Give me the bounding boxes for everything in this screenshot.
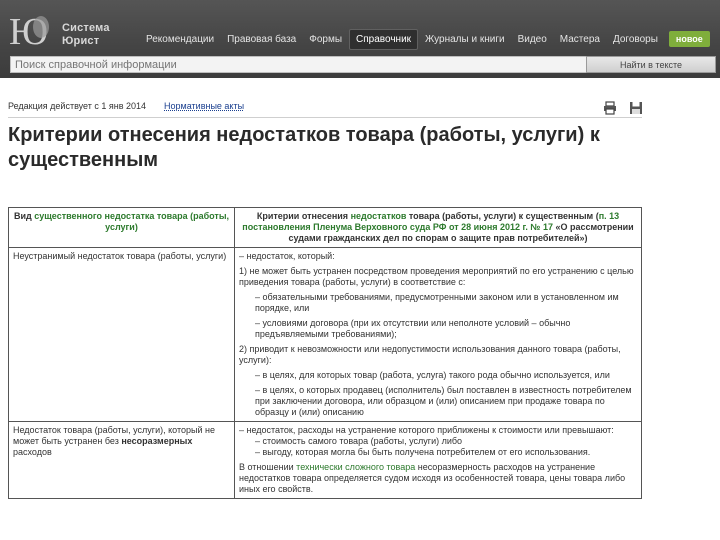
print-icon[interactable] (603, 101, 617, 115)
nav-item-wizards[interactable]: Мастера (554, 30, 606, 49)
logo-icon: Ю (9, 11, 49, 52)
logo-text-line-1: Система (62, 22, 110, 34)
divider (8, 117, 642, 118)
nav-item-contracts[interactable]: Договоры (607, 30, 664, 49)
table-header-row: Вид существенного недостатка товара (раб… (8, 207, 642, 248)
top-bar: Ю Система Юрист Рекомендации Правовая ба… (0, 0, 720, 78)
nav-item-video[interactable]: Видео (512, 30, 553, 49)
logo-text-line-2: Юрист (62, 35, 100, 47)
criteria-line: – условиями договора (при их отсутствии … (255, 318, 571, 339)
row-criteria: – недостаток, который: 1) не может быть … (234, 247, 642, 422)
criteria-line: – стоимость самого товара (работы, услуг… (255, 436, 463, 446)
criteria-line: – недостаток, расходы на устранение кото… (239, 425, 614, 435)
defects-link[interactable]: недостатков (351, 211, 407, 221)
criteria-line: – в целях, для которых товар (работа, ус… (255, 370, 610, 380)
criteria-note: В отношении технически сложного товара н… (239, 462, 626, 494)
criteria-line: – в целях, о которых продавец (исполните… (255, 385, 632, 417)
nav-item-journals[interactable]: Журналы и книги (419, 30, 511, 49)
row-kind: Неустранимый недостаток товара (работы, … (8, 247, 235, 422)
row-kind: Недостаток товара (работы, услуги), кото… (8, 421, 235, 499)
nav-item-forms[interactable]: Формы (303, 30, 348, 49)
table-row: Неустранимый недостаток товара (работы, … (8, 247, 642, 422)
criteria-line: – выгоду, которая могла бы быть получена… (255, 447, 591, 457)
logo[interactable]: Ю Система Юрист (8, 8, 110, 52)
essential-defect-link[interactable]: существенного недостатка товара (работы,… (34, 211, 229, 232)
criteria-line: – обязательными требованиями, предусмотр… (255, 292, 619, 313)
criteria-table: Вид существенного недостатка товара (раб… (8, 207, 642, 499)
search-bar: Найти в тексте (10, 56, 716, 73)
norm-acts-link[interactable]: Нормативные акты (164, 101, 244, 111)
criteria-line: 2) приводит к невозможности или недопуст… (239, 344, 621, 365)
header-criteria: Критерии отнесения недостатков товара (р… (234, 207, 642, 248)
nav-item-reference[interactable]: Справочник (349, 28, 419, 50)
search-in-text-button[interactable]: Найти в тексте (586, 56, 716, 73)
row-criteria: – недостаток, расходы на устранение кото… (234, 421, 642, 499)
main-nav: Рекомендации Правовая база Формы Справоч… (140, 28, 710, 50)
new-badge[interactable]: новое (668, 31, 710, 47)
page-title: Критерии отнесения недостатков товара (р… (8, 124, 600, 171)
document-tools (603, 101, 643, 115)
document-meta: Редакция действует с 1 янв 2014 Норматив… (8, 101, 244, 111)
nav-item-recommendations[interactable]: Рекомендации (140, 30, 220, 49)
search-input[interactable] (10, 56, 586, 73)
table-row: Недостаток товара (работы, услуги), кото… (8, 421, 642, 499)
nav-item-legal-base[interactable]: Правовая база (221, 30, 302, 49)
header-kind: Вид существенного недостатка товара (раб… (8, 207, 235, 248)
edition-note: Редакция действует с 1 янв 2014 (8, 101, 147, 111)
technically-complex-goods-link[interactable]: технически сложного товара (296, 462, 415, 472)
criteria-line: 1) не может быть устранен посредством пр… (239, 266, 634, 287)
save-icon[interactable] (629, 101, 643, 115)
criteria-line: – недостаток, который: (239, 251, 335, 261)
